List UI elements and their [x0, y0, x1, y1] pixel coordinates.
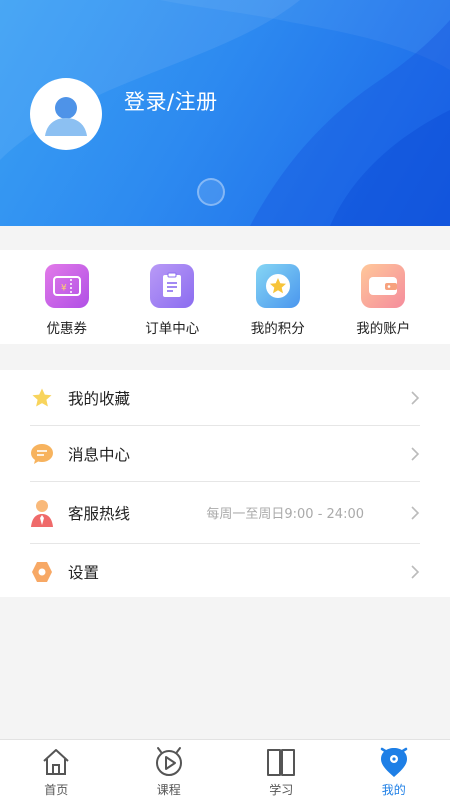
tab-label-home: 首页 — [44, 783, 69, 797]
quick-actions: ¥ 优惠券 订单中心 我的积分 我的账户 — [0, 250, 450, 344]
quick-label-my-points: 我的积分 — [250, 321, 305, 337]
chevron-right-icon — [411, 565, 420, 579]
menu-label-customer-hotline: 客服热线 — [68, 504, 131, 523]
profile-icon — [378, 746, 410, 778]
tab-label-courses: 课程 — [156, 783, 181, 797]
play-icon — [153, 746, 185, 778]
user-avatar-icon — [45, 97, 87, 136]
quick-label-my-account: 我的账户 — [356, 321, 411, 337]
customer-service-icon — [30, 499, 54, 527]
tab-label-mine: 我的 — [381, 783, 406, 797]
avatar[interactable] — [30, 78, 102, 150]
tab-mine[interactable]: 我的 — [338, 740, 450, 800]
hotline-hours: 每周一至周日9:00 - 24:00 — [206, 507, 364, 522]
star-icon — [30, 386, 54, 410]
order-icon — [150, 264, 195, 308]
chevron-right-icon — [411, 446, 420, 461]
tab-study[interactable]: 学习 — [225, 740, 338, 800]
menu-item-favorites[interactable]: 我的收藏 — [30, 370, 420, 426]
star-points-icon — [255, 264, 300, 308]
coupon-icon: ¥ — [44, 264, 89, 308]
menu-label-message-center: 消息中心 — [68, 445, 131, 464]
message-icon — [30, 442, 54, 466]
bottom-tab-bar: 首页 课程 学习 我的 — [0, 739, 450, 800]
svg-text:¥: ¥ — [61, 284, 67, 294]
quick-item-my-account[interactable]: 我的账户 — [338, 250, 428, 337]
menu-label-settings: 设置 — [68, 564, 100, 582]
tab-label-study: 学习 — [269, 783, 294, 797]
tab-home[interactable]: 首页 — [0, 740, 113, 800]
tab-courses[interactable]: 课程 — [113, 740, 226, 800]
menu-item-settings[interactable]: 设置 — [30, 544, 420, 600]
login-register-link[interactable]: 登录/注册 — [124, 86, 218, 116]
settings-icon — [30, 560, 54, 584]
wallet-icon — [361, 264, 406, 308]
chevron-right-icon — [411, 390, 420, 405]
menu-item-message-center[interactable]: 消息中心 — [30, 426, 420, 482]
quick-item-my-points[interactable]: 我的积分 — [233, 250, 323, 337]
book-icon — [265, 746, 297, 778]
quick-item-order-center[interactable]: 订单中心 — [127, 250, 217, 337]
quick-item-coupon[interactable]: ¥ 优惠券 — [22, 250, 112, 337]
settings-menu: 我的收藏 消息中心 客服热线 每周一至周日9:00 - 24:00 设置 — [0, 370, 450, 597]
profile-header: 登录/注册 — [0, 0, 450, 226]
quick-label-coupon: 优惠券 — [46, 321, 88, 337]
home-icon — [40, 746, 72, 778]
menu-label-favorites: 我的收藏 — [68, 389, 131, 408]
chevron-right-icon — [411, 505, 420, 520]
quick-label-order-center: 订单中心 — [145, 321, 200, 337]
header-decor-circle — [197, 178, 225, 206]
menu-item-customer-hotline[interactable]: 客服热线 每周一至周日9:00 - 24:00 — [30, 482, 420, 544]
